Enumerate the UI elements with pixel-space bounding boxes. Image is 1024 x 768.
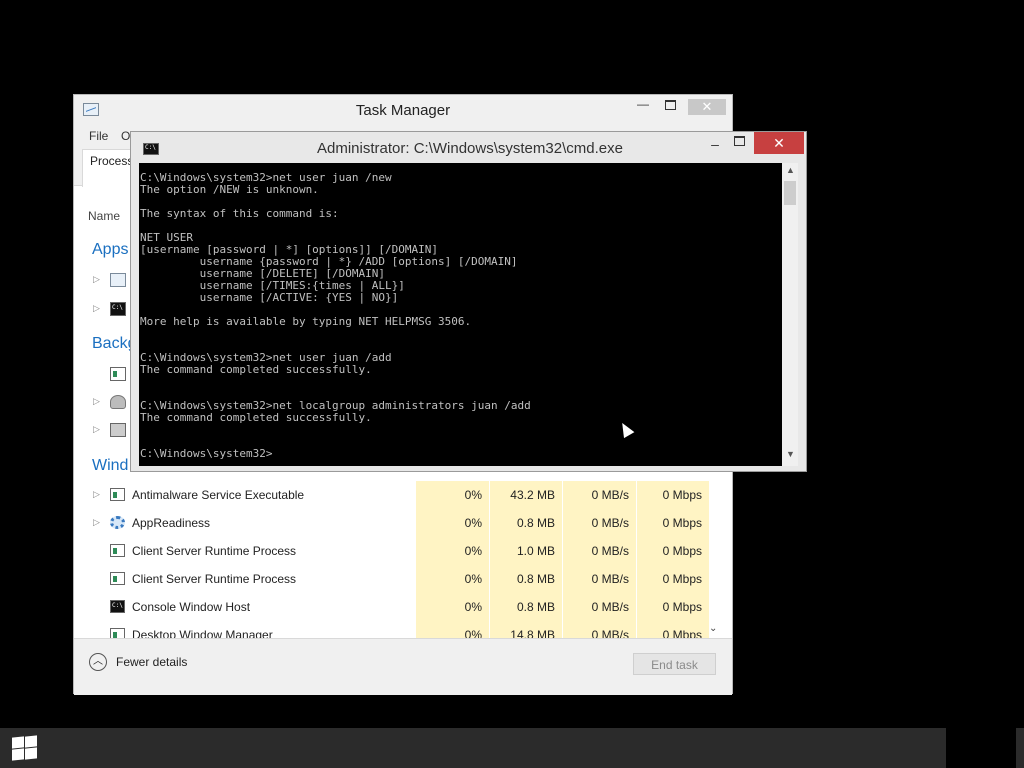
chevron-right-icon[interactable]: ▷	[93, 303, 100, 314]
process-name: Antimalware Service Executable	[132, 488, 305, 502]
end-task-button[interactable]: End task	[633, 653, 716, 675]
process-name: AppReadiness	[132, 516, 211, 530]
table-row[interactable]: ▷ Antimalware Service Executable 0% 43.2…	[74, 481, 714, 509]
disk-cell: 0 MB/s	[563, 537, 636, 565]
scroll-up-icon[interactable]: ▲	[786, 165, 795, 175]
memory-cell: 1.0 MB	[490, 537, 562, 565]
close-button[interactable]: ✕	[688, 99, 726, 115]
memory-cell: 0.8 MB	[490, 593, 562, 621]
table-row[interactable]: Client Server Runtime Process 0% 0.8 MB …	[74, 565, 714, 593]
window-icon	[110, 572, 125, 585]
minimize-button[interactable]: —	[632, 97, 654, 119]
cpu-cell: 0%	[416, 481, 489, 509]
windows-logo-icon	[25, 747, 37, 760]
maximize-button[interactable]	[659, 99, 681, 121]
memory-cell: 14.8 MB	[490, 621, 562, 638]
printer-icon	[110, 423, 126, 437]
cmd-icon	[110, 302, 126, 316]
console-output-area[interactable]: C:\Windows\system32>net user juan /new T…	[139, 163, 782, 466]
cmd-window: Administrator: C:\Windows\system32\cmd.e…	[130, 131, 807, 472]
list-item[interactable]: ▷	[74, 300, 134, 320]
window-icon	[110, 544, 125, 557]
network-cell: 0 Mbps	[637, 481, 709, 509]
scroll-thumb[interactable]	[784, 181, 796, 205]
list-item[interactable]	[74, 365, 134, 385]
task-manager-titlebar[interactable]: Task Manager — ✕	[74, 95, 732, 125]
windows-logo-icon	[12, 748, 24, 761]
table-row[interactable]: Console Window Host 0% 0.8 MB 0 MB/s 0 M…	[74, 593, 714, 621]
task-manager-footer: ︿ Fewer details End task	[74, 638, 732, 695]
cmd-app-icon	[143, 143, 159, 155]
process-name: Desktop Window Manager	[132, 628, 273, 638]
section-windows-processes: Wind	[92, 457, 129, 474]
task-manager-icon	[110, 273, 126, 287]
cpu-cell: 0%	[416, 509, 489, 537]
disk-cell: 0 MB/s	[563, 509, 636, 537]
chevron-right-icon[interactable]: ▷	[93, 517, 100, 528]
process-name: Console Window Host	[132, 600, 251, 614]
maximize-icon	[733, 136, 745, 146]
scroll-down-icon[interactable]: ⌄	[709, 623, 717, 634]
cpu-cell: 0%	[416, 565, 489, 593]
menu-options[interactable]: O	[121, 129, 130, 143]
window-icon	[110, 628, 125, 638]
network-cell: 0 Mbps	[637, 621, 709, 638]
table-row[interactable]: Desktop Window Manager 0% 14.8 MB 0 MB/s…	[74, 621, 714, 638]
cmd-icon	[110, 600, 125, 613]
disk-cell: 0 MB/s	[563, 621, 636, 638]
cpu-cell: 0%	[416, 621, 489, 638]
person-icon	[110, 395, 126, 409]
table-row[interactable]: ▷ AppReadiness 0% 0.8 MB 0 MB/s 0 Mbps	[74, 509, 714, 537]
cmd-minimize-button[interactable]: –	[705, 136, 725, 158]
gear-icon	[110, 516, 125, 529]
process-name: Client Server Runtime Process	[132, 572, 297, 586]
chevron-up-icon: ︿	[89, 653, 107, 671]
window-icon	[110, 367, 126, 381]
chevron-right-icon[interactable]: ▷	[93, 489, 100, 500]
column-header-name[interactable]: Name	[88, 209, 120, 223]
network-cell: 0 Mbps	[637, 537, 709, 565]
cpu-cell: 0%	[416, 537, 489, 565]
memory-cell: 43.2 MB	[490, 481, 562, 509]
chevron-right-icon[interactable]: ▷	[93, 274, 100, 285]
chevron-right-icon[interactable]: ▷	[93, 396, 100, 407]
network-cell: 0 Mbps	[637, 509, 709, 537]
disk-cell: 0 MB/s	[563, 565, 636, 593]
list-item[interactable]: ▷	[74, 421, 134, 441]
windows-logo-icon	[25, 735, 37, 748]
console-text: C:\Windows\system32>net user juan /new T…	[140, 171, 531, 460]
window-icon	[110, 488, 125, 501]
cmd-titlebar[interactable]: Administrator: C:\Windows\system32\cmd.e…	[131, 132, 806, 162]
process-name: Client Server Runtime Process	[132, 544, 297, 558]
maximize-icon	[664, 100, 676, 110]
show-desktop-area[interactable]	[946, 728, 1016, 768]
chevron-right-icon[interactable]: ▷	[93, 424, 100, 435]
cmd-maximize-button[interactable]	[729, 135, 749, 157]
list-item[interactable]: ▷	[74, 271, 134, 291]
memory-cell: 0.8 MB	[490, 509, 562, 537]
network-cell: 0 Mbps	[637, 593, 709, 621]
network-cell: 0 Mbps	[637, 565, 709, 593]
scroll-down-icon[interactable]: ▼	[786, 449, 795, 459]
taskbar	[0, 728, 1024, 768]
memory-cell: 0.8 MB	[490, 565, 562, 593]
fewer-details-label: Fewer details	[116, 655, 188, 669]
menu-file[interactable]: File	[89, 129, 108, 143]
disk-cell: 0 MB/s	[563, 481, 636, 509]
cmd-title: Administrator: C:\Windows\system32\cmd.e…	[317, 140, 623, 157]
start-button[interactable]	[12, 735, 38, 761]
windows-logo-icon	[12, 736, 24, 749]
table-row[interactable]: Client Server Runtime Process 0% 1.0 MB …	[74, 537, 714, 565]
disk-cell: 0 MB/s	[563, 593, 636, 621]
cpu-cell: 0%	[416, 593, 489, 621]
cmd-scrollbar[interactable]: ▲ ▼	[782, 163, 798, 466]
cmd-close-button[interactable]: ✕	[754, 132, 804, 154]
list-item[interactable]: ▷	[74, 393, 134, 413]
section-apps: Apps	[92, 241, 129, 258]
